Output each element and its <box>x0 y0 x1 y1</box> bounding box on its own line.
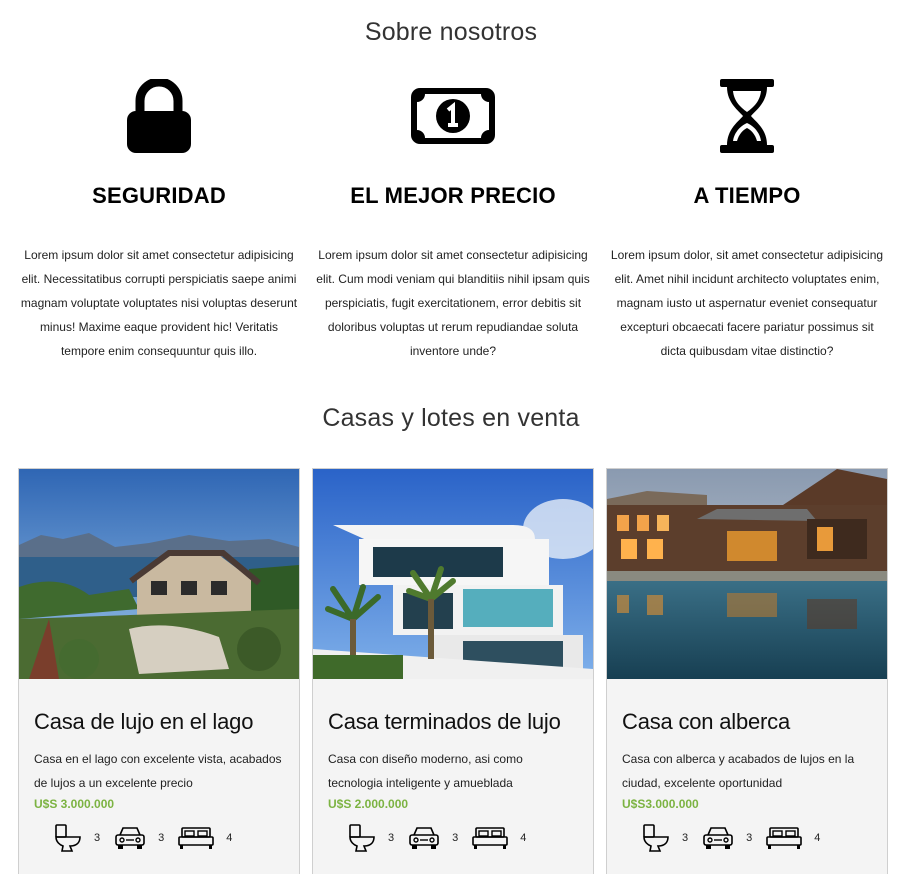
card-title[interactable]: Casa con alberca <box>622 709 872 735</box>
car-icon <box>115 827 145 849</box>
card-price: U$S3.000.000 <box>622 797 699 811</box>
listing-card[interactable]: Casa con alberca Casa con alberca y acab… <box>606 468 888 874</box>
card-description: Casa con alberca y acabados de lujos en … <box>622 752 855 790</box>
about-section-title: Sobre nosotros <box>364 18 538 46</box>
card-title[interactable]: Casa terminados de lujo <box>328 709 578 735</box>
card-amenities: 3 3 4 <box>34 823 284 853</box>
lock-icon <box>12 78 306 154</box>
pool-house-photo <box>607 469 887 679</box>
bed-icon <box>178 827 215 849</box>
feature-text: Lorem ipsum dolor, sit amet consectetur … <box>610 248 884 358</box>
feature-title: A TIEMPO <box>693 183 801 208</box>
amenity-bedrooms: 4 <box>178 826 232 850</box>
card-body: Casa con alberca Casa con alberca y acab… <box>607 679 887 853</box>
parking-count: 3 <box>158 832 165 844</box>
listing-card[interactable]: Casa terminados de lujo Casa con diseño … <box>312 468 594 874</box>
amenity-bedrooms: 4 <box>472 826 526 850</box>
bedroom-count: 4 <box>226 832 233 844</box>
bathroom-count: 3 <box>682 832 689 844</box>
card-title[interactable]: Casa de lujo en el lago <box>34 709 284 735</box>
listing-card[interactable]: Casa de lujo en el lago Casa en el lago … <box>18 468 300 874</box>
feature-text: Lorem ipsum dolor sit amet consectetur a… <box>316 248 590 358</box>
bed-icon <box>472 827 509 849</box>
car-icon <box>409 827 439 849</box>
card-body: Casa terminados de lujo Casa con diseño … <box>313 679 593 853</box>
car-icon <box>703 827 733 849</box>
card-price: U$S 2.000.000 <box>328 797 409 811</box>
toilet-icon <box>643 824 669 852</box>
card-description: Casa en el lago con excelente vista, aca… <box>34 752 282 790</box>
card-body: Casa de lujo en el lago Casa en el lago … <box>19 679 299 853</box>
feature-security: SEGURIDAD Lorem ipsum dolor sit amet con… <box>12 78 306 363</box>
amenity-bathrooms: 3 <box>54 823 100 853</box>
amenity-bedrooms: 4 <box>766 826 820 850</box>
feature-text: Lorem ipsum dolor sit amet consectetur a… <box>20 248 298 358</box>
bedroom-count: 4 <box>814 832 821 844</box>
amenity-bathrooms: 3 <box>348 823 394 853</box>
listings-section-title: Casas y lotes en venta <box>322 404 580 432</box>
card-price: U$S 3.000.000 <box>34 797 115 811</box>
lake-house-photo <box>19 469 299 679</box>
card-description: Casa con diseño moderno, asi como tecnol… <box>328 752 523 790</box>
features-row: SEGURIDAD Lorem ipsum dolor sit amet con… <box>12 78 894 363</box>
amenity-bathrooms: 3 <box>642 823 688 853</box>
feature-best-price: EL MEJOR PRECIO Lorem ipsum dolor sit am… <box>306 78 600 363</box>
feature-title: EL MEJOR PRECIO <box>350 183 556 208</box>
amenity-parking: 3 <box>408 825 458 851</box>
bathroom-count: 3 <box>388 832 395 844</box>
card-amenities: 3 3 4 <box>622 823 872 853</box>
toilet-icon <box>55 824 81 852</box>
modern-house-photo <box>313 469 593 679</box>
feature-on-time: A TIEMPO Lorem ipsum dolor, sit amet con… <box>600 78 894 363</box>
listing-cards: Casa de lujo en el lago Casa en el lago … <box>18 468 888 874</box>
bedroom-count: 4 <box>520 832 527 844</box>
feature-title: SEGURIDAD <box>92 183 226 208</box>
hourglass-icon <box>600 78 894 154</box>
parking-count: 3 <box>746 832 753 844</box>
money-bill-icon <box>306 78 600 154</box>
bathroom-count: 3 <box>94 832 101 844</box>
amenity-parking: 3 <box>702 825 752 851</box>
parking-count: 3 <box>452 832 459 844</box>
card-amenities: 3 3 4 <box>328 823 578 853</box>
amenity-parking: 3 <box>114 825 164 851</box>
toilet-icon <box>349 824 375 852</box>
bed-icon <box>766 827 803 849</box>
